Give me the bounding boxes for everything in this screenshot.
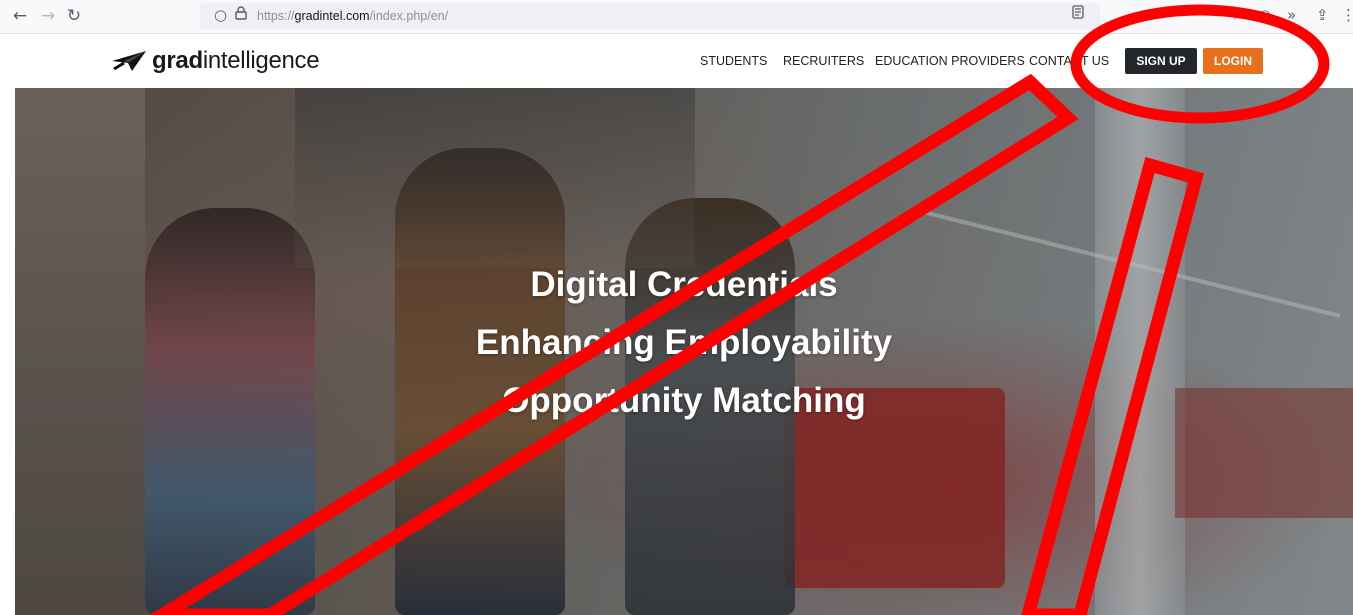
sign-up-button[interactable]: SIGN UP — [1125, 48, 1197, 74]
site-header: gradintelligence STUDENTS RECRUITERS EDU… — [0, 34, 1353, 88]
reader-view-icon[interactable] — [1072, 5, 1084, 23]
hero-headline: Digital Credentials Enhancing Employabil… — [15, 256, 1353, 430]
hero-line-3: Opportunity Matching — [502, 381, 866, 420]
logo-text: gradintelligence — [152, 47, 320, 74]
hero-banner: Digital Credentials Enhancing Employabil… — [15, 88, 1353, 615]
logo[interactable]: gradintelligence — [110, 46, 320, 76]
account-icon[interactable]: ◎ — [1258, 6, 1271, 24]
reload-icon[interactable]: ↻ — [62, 4, 86, 28]
hero-line-2: Enhancing Employability — [475, 323, 893, 362]
share-icon[interactable]: ⇪ — [1316, 6, 1329, 24]
pocket-icon[interactable]: ♡ — [1228, 6, 1241, 24]
address-bar[interactable]: ○ https://gradintel.com/index.php/en/ — [200, 3, 1100, 30]
menu-icon[interactable]: ⋮ — [1341, 6, 1353, 24]
nav-students[interactable]: STUDENTS — [700, 54, 767, 68]
paper-plane-logo-icon — [112, 51, 146, 71]
url-text[interactable]: https://gradintel.com/index.php/en/ — [257, 9, 448, 23]
forward-icon[interactable]: → — [36, 4, 60, 28]
nav-education-providers[interactable]: EDUCATION PROVIDERS — [875, 54, 1025, 68]
back-icon[interactable]: ← — [8, 4, 32, 28]
lock-icon[interactable] — [235, 6, 247, 24]
overflow-chevron-icon[interactable]: » — [1287, 6, 1296, 24]
nav-contact-us[interactable]: CONTACT US — [1029, 54, 1109, 68]
shield-icon[interactable]: ○ — [214, 6, 227, 24]
hero-line-1: Digital Credentials — [530, 265, 838, 304]
browser-toolbar: ← → ↻ ○ https://gradintel.com/index.php/… — [0, 0, 1353, 34]
nav-recruiters[interactable]: RECRUITERS — [783, 54, 864, 68]
login-button[interactable]: LOGIN — [1203, 48, 1263, 74]
